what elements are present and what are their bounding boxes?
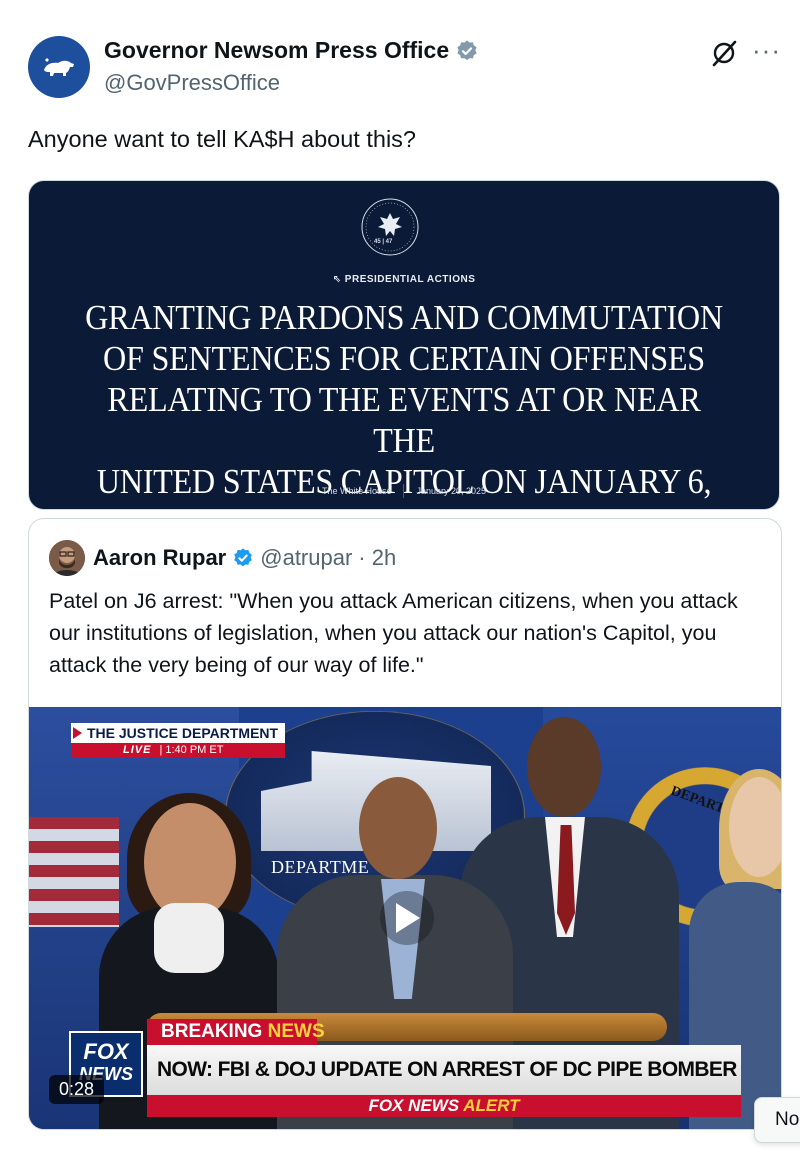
image-date: January 20, 2025 [416, 486, 487, 496]
avatar-face-icon [49, 540, 85, 576]
person-head [729, 777, 781, 877]
live-title-text: THE JUSTICE DEPARTMENT [87, 725, 279, 741]
presidential-seal-icon [361, 198, 419, 256]
post-text: Anyone want to tell KA$H about this? [28, 126, 416, 152]
play-button[interactable] [380, 891, 434, 945]
author-name[interactable]: Governor Newsom Press Office [104, 37, 449, 64]
author-handle[interactable]: @GovPressOffice [104, 70, 280, 96]
image-footer: The White House January 20, 2025 [29, 484, 779, 498]
headline-line: GRANTING PARDONS AND COMMUTATION [85, 298, 723, 337]
quote-author-name[interactable]: Aaron Rupar [93, 545, 226, 571]
speaker-head [359, 777, 437, 879]
image-source: The White House [321, 486, 392, 496]
arrow-icon: ⇖ [332, 274, 345, 285]
live-label: LIVE [123, 744, 152, 756]
live-time: 1:40 PM ET [165, 744, 224, 756]
live-title: THE JUSTICE DEPARTMENT [71, 723, 285, 743]
author-avatar[interactable] [28, 36, 90, 98]
grok-icon[interactable] [710, 39, 738, 67]
person-head [527, 717, 601, 817]
toast-button[interactable]: No [754, 1097, 800, 1143]
post-image[interactable]: 45 | 47 ⇖ PRESIDENTIAL ACTIONS GRANTING … [28, 180, 780, 510]
chyron-headline: NOW: FBI & DOJ UPDATE ON ARREST OF DC PI… [147, 1045, 741, 1095]
flag [29, 817, 119, 927]
verified-badge-icon [234, 548, 253, 567]
quote-author-avatar[interactable] [49, 540, 85, 576]
alert-bar: FOX NEWS ALERT [147, 1095, 741, 1117]
play-arrow-icon [73, 727, 82, 739]
quote-header: Aaron Rupar @atrupar · 2h [93, 545, 396, 571]
news-word: NEWS [267, 1021, 325, 1042]
collar [154, 903, 224, 973]
image-headline: GRANTING PARDONS AND COMMUTATION OF SENT… [77, 297, 730, 509]
headline-line: OF SENTENCES FOR CERTAIN OFFENSES [103, 339, 705, 378]
logo-fox: FOX [83, 1039, 129, 1064]
category-text: PRESIDENTIAL ACTIONS [344, 274, 476, 285]
alert-brand: FOX NEWS [368, 1096, 460, 1115]
category-label: ⇖ PRESIDENTIAL ACTIONS [29, 274, 779, 285]
play-icon [396, 903, 420, 933]
video-player[interactable]: DEPARTME DEPARTM THE JUSTICE DEPARTMENT … [29, 707, 781, 1129]
more-options-icon[interactable]: ··· [752, 37, 781, 63]
breaking-news-label: BREAKING NEWS [147, 1019, 325, 1045]
quoted-post[interactable]: Aaron Rupar @atrupar · 2h Patel on J6 ar… [28, 518, 782, 1130]
live-bug: THE JUSTICE DEPARTMENT LIVE | 1:40 PM ET [71, 723, 285, 759]
divider [403, 484, 405, 498]
alert-word: ALERT [463, 1096, 520, 1115]
seal-number: 45 | 47 [374, 239, 393, 245]
video-duration: 0:28 [49, 1075, 105, 1104]
california-bear-icon [44, 58, 74, 76]
quote-author-handle[interactable]: @atrupar [260, 545, 352, 571]
breaking-word: BREAKING [161, 1021, 263, 1042]
quote-text: Patel on J6 arrest: "When you attack Ame… [49, 589, 738, 677]
verified-badge-icon [457, 40, 477, 60]
live-subbar: LIVE | 1:40 PM ET [71, 743, 285, 758]
quote-timestamp[interactable]: · 2h [358, 545, 396, 571]
author-name-row[interactable]: Governor Newsom Press Office [104, 37, 479, 64]
headline-line: RELATING TO THE EVENTS AT OR NEAR THE [107, 380, 701, 460]
